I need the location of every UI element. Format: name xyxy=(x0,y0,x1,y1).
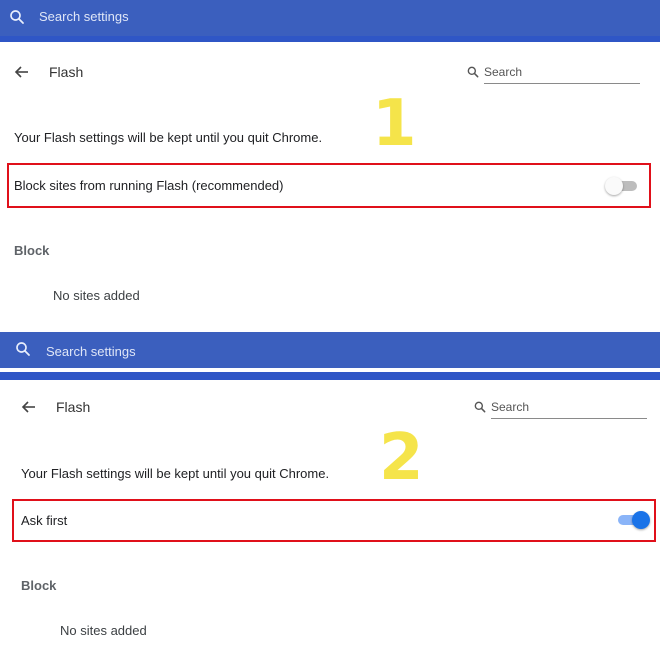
search-input[interactable] xyxy=(484,64,640,84)
setting-label: Ask first xyxy=(21,513,68,528)
info-text: Your Flash settings will be kept until y… xyxy=(14,130,323,145)
block-section-label: Block xyxy=(14,243,50,258)
search-icon xyxy=(474,401,486,413)
ask-first-toggle[interactable] xyxy=(616,511,650,529)
topbar-divider xyxy=(0,36,660,42)
settings-panel-1: Search settings Flash 1 Your Flash setti… xyxy=(0,0,660,332)
block-section-label: Block xyxy=(21,578,57,593)
search-settings-input[interactable]: Search settings xyxy=(46,344,136,359)
search-icon xyxy=(467,66,479,78)
back-arrow-icon[interactable] xyxy=(14,64,30,80)
step-number: 2 xyxy=(379,421,424,495)
search-settings-input[interactable]: Search settings xyxy=(39,9,129,24)
step-number: 1 xyxy=(372,87,417,161)
search-icon[interactable] xyxy=(14,340,32,358)
topbar-divider xyxy=(0,372,660,380)
info-text: Your Flash settings will be kept until y… xyxy=(21,466,330,481)
page-title: Flash xyxy=(49,64,84,80)
no-sites-text: No sites added xyxy=(60,623,147,638)
setting-label: Block sites from running Flash (recommen… xyxy=(14,178,284,193)
search-icon[interactable] xyxy=(8,8,26,26)
settings-panel-2: Search settings Flash 2 Your Flash setti… xyxy=(0,332,660,665)
back-arrow-icon[interactable] xyxy=(21,399,37,415)
top-search-bar: Search settings xyxy=(0,0,660,36)
page-title: Flash xyxy=(56,399,91,415)
toggle-knob xyxy=(632,511,650,529)
block-flash-toggle[interactable] xyxy=(605,177,639,195)
no-sites-text: No sites added xyxy=(53,288,140,303)
toggle-knob xyxy=(605,177,623,195)
highlight-box xyxy=(12,499,656,542)
top-search-bar: Search settings xyxy=(0,332,660,368)
search-input[interactable] xyxy=(491,399,647,419)
